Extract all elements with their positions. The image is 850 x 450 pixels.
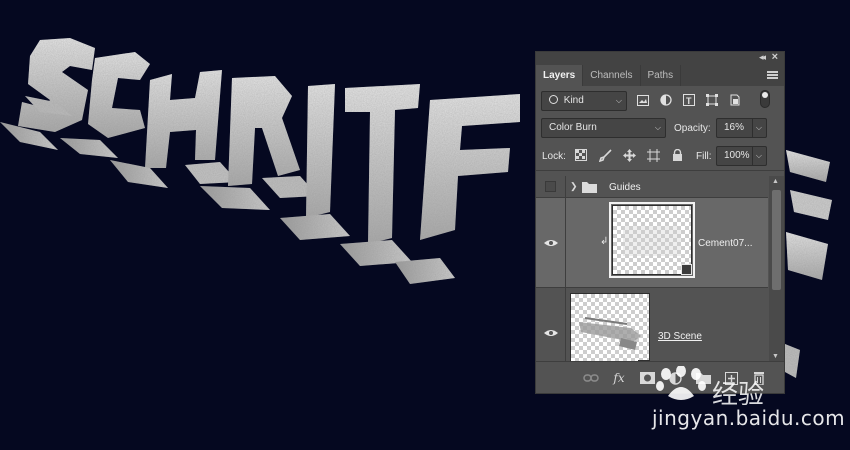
watermark-url: jingyan.baidu.com [652, 406, 846, 430]
chevron-down-icon: ⌵ [751, 147, 762, 165]
layer-name[interactable]: 3D Scene [658, 331, 702, 342]
lock-icons [574, 148, 684, 162]
layer-name[interactable]: Guides [609, 182, 641, 193]
visibility-column [536, 176, 566, 197]
shape-layer-filter-icon[interactable] [705, 93, 719, 107]
tab-paths[interactable]: Paths [641, 65, 682, 86]
chevron-down-icon: ⌵ [654, 123, 661, 132]
scroll-up-icon[interactable]: ▲ [772, 178, 779, 185]
lock-row: Lock: Fill: 100% ⌵ [536, 142, 784, 170]
filter-row: Kind ⌵ T [536, 86, 784, 114]
layer-style-fx-icon[interactable]: fx [611, 370, 627, 386]
layer-thumbnail[interactable] [609, 202, 695, 278]
filter-toggle[interactable] [760, 90, 770, 108]
eye-icon[interactable] [544, 329, 558, 337]
chevron-down-icon: ⌵ [615, 96, 622, 105]
layers-list: ❯ Guides ↲ Cement07... 3D Scene [536, 176, 768, 362]
filter-kind-dropdown[interactable]: Kind ⌵ [541, 91, 627, 111]
lock-label: Lock: [542, 151, 566, 162]
close-panel-icon[interactable]: × [772, 51, 778, 63]
layers-panel: ◂◂ × Layers Channels Paths Kind ⌵ T Colo… [535, 51, 785, 394]
eye-icon[interactable] [544, 239, 558, 247]
letter-e-mark [420, 94, 520, 240]
visibility-column [536, 288, 566, 362]
clipping-mask-arrow-icon: ↲ [600, 236, 609, 247]
letter-s-mark [18, 38, 95, 132]
lock-artboard-icon[interactable] [646, 148, 660, 162]
lock-all-icon[interactable] [670, 148, 684, 162]
layer-thumbnail[interactable] [570, 293, 650, 362]
fill-value: 100% [724, 150, 750, 161]
filter-kind-label: Kind [563, 95, 584, 106]
blend-row: Color Burn ⌵ Opacity: 16% ⌵ [536, 114, 784, 142]
letter-i-mark [306, 84, 335, 218]
letter-c-mark [88, 52, 150, 138]
layer-name[interactable]: Cement07... [698, 238, 752, 249]
lock-position-icon[interactable] [622, 148, 636, 162]
opacity-field[interactable]: 16% ⌵ [716, 118, 767, 138]
layer-cement[interactable]: ↲ Cement07... [536, 198, 768, 288]
smart-object-filter-icon[interactable] [728, 93, 742, 107]
divider [536, 170, 784, 171]
letter-r-mark [228, 76, 300, 186]
letter-t-mark [345, 84, 420, 244]
layers-scrollbar[interactable]: ▲ ▼ [769, 176, 784, 362]
fill-field[interactable]: 100% ⌵ [716, 146, 767, 166]
fill-label: Fill: [696, 151, 712, 162]
tab-channels[interactable]: Channels [583, 65, 641, 86]
panel-tabs: Layers Channels Paths [536, 65, 784, 86]
search-icon [549, 95, 558, 104]
visibility-column [536, 198, 566, 287]
expand-group-icon[interactable]: ❯ [570, 181, 578, 192]
tab-layers[interactable]: Layers [536, 65, 584, 86]
panel-menu-icon[interactable] [767, 71, 778, 79]
lock-image-pixels-icon[interactable] [598, 148, 612, 162]
layer-3d-scene[interactable]: 3D Scene [536, 288, 768, 362]
panel-title-bar[interactable]: ◂◂ × [536, 51, 784, 65]
cement-texture-preview [623, 226, 681, 256]
link-layers-icon[interactable] [583, 370, 599, 386]
svg-text:T: T [686, 96, 692, 106]
opacity-label: Opacity: [674, 123, 711, 134]
opacity-value: 16% [724, 122, 745, 133]
type-layer-filter-icon[interactable]: T [682, 93, 696, 107]
lock-transparent-pixels-icon[interactable] [574, 148, 588, 162]
layer-guides-group[interactable]: ❯ Guides [536, 176, 768, 198]
scroll-down-icon[interactable]: ▼ [772, 353, 779, 360]
baidu-jingyan-watermark: 经验 jingyan.baidu.com [650, 366, 850, 436]
letter-h-mark [145, 70, 222, 168]
pixel-layer-filter-icon[interactable] [636, 93, 650, 107]
blend-mode-dropdown[interactable]: Color Burn ⌵ [541, 118, 666, 138]
3d-scene-preview [579, 317, 641, 350]
visibility-toggle-off[interactable] [545, 181, 556, 192]
filter-icons: T [636, 90, 742, 110]
collapse-panel-icon[interactable]: ◂◂ [759, 52, 766, 63]
adjustment-layer-filter-icon[interactable] [659, 93, 673, 107]
smart-object-badge-icon [681, 264, 692, 275]
paw-logo-icon [656, 366, 706, 400]
chevron-down-icon: ⌵ [751, 119, 762, 137]
blend-mode-value: Color Burn [549, 122, 597, 133]
scroll-thumb[interactable] [772, 190, 781, 290]
folder-icon [582, 181, 597, 196]
